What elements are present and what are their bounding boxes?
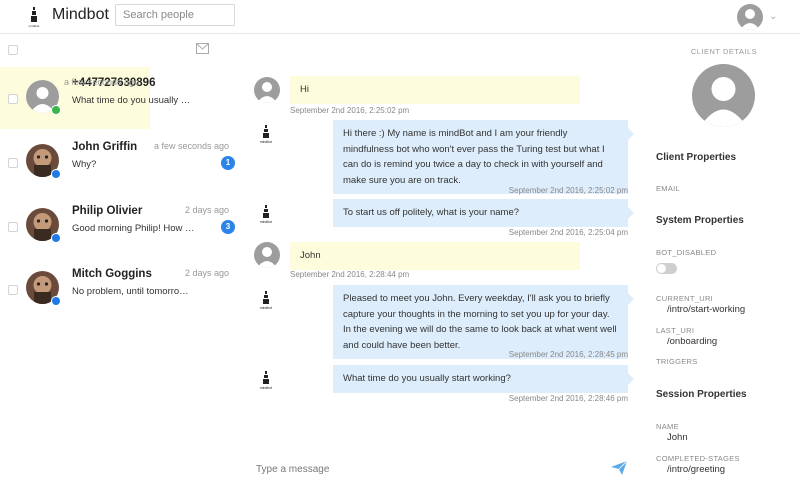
bot-message: Hi there :) My name is mindBot and I am … xyxy=(333,120,628,195)
message-timestamp: September 2nd 2016, 2:25:04 pm xyxy=(508,228,628,237)
brand-name: Mindbot xyxy=(52,6,109,23)
system-properties-heading: System Properties xyxy=(656,215,744,226)
bubble-tail xyxy=(628,373,634,385)
top-header: mindbot Mindbot ⌄ xyxy=(0,0,800,34)
mindbot-logo: mindbot xyxy=(256,370,276,390)
last-activity-time: a few seconds ago xyxy=(63,77,139,87)
client-details-panel: CLIENT DETAILS Client Properties EMAIL S… xyxy=(640,34,800,486)
last-activity-time: a few seconds ago xyxy=(153,141,229,151)
svg-text:mindbot: mindbot xyxy=(260,140,272,144)
mindbot-logo: mindbot xyxy=(256,204,276,224)
bubble-tail xyxy=(628,293,634,305)
mindbot-logo: mindbot xyxy=(256,290,276,310)
message-timestamp: September 2nd 2016, 2:28:44 pm xyxy=(290,270,410,279)
list-item[interactable]: John Griffin a few seconds ago Why? 1 xyxy=(0,131,240,193)
triggers-label: TRIGGERS xyxy=(656,357,698,366)
bot-disabled-toggle[interactable] xyxy=(656,263,677,274)
user-message: Hi xyxy=(290,76,580,104)
client-avatar xyxy=(692,64,755,127)
contact-name: Mitch Goggins xyxy=(72,268,152,280)
last-activity-time: 2 days ago xyxy=(184,268,229,278)
message-timestamp: September 2nd 2016, 2:28:46 pm xyxy=(508,394,628,403)
message-timestamp: September 2nd 2016, 2:28:45 pm xyxy=(508,350,628,359)
completed-stages-label: COMPLETED-STAGES xyxy=(656,454,740,463)
chevron-down-icon[interactable]: ⌄ xyxy=(769,11,777,22)
email-label: EMAIL xyxy=(656,184,681,193)
last-uri-label: LAST_URI xyxy=(656,326,695,335)
message-preview: What time do you usually … xyxy=(72,95,191,106)
bot-message: What time do you usually start working? xyxy=(333,365,628,393)
message-timestamp: September 2nd 2016, 2:25:02 pm xyxy=(290,106,410,115)
bubble-tail xyxy=(628,207,634,219)
toggle-knob xyxy=(657,264,666,273)
bot-message: Pleased to meet you John. Every weekday,… xyxy=(333,285,628,360)
bubble-tail xyxy=(628,128,634,140)
completed-stages-value: /intro/greeting xyxy=(667,464,726,475)
messenger-channel-icon xyxy=(51,233,61,243)
name-label: NAME xyxy=(656,422,679,431)
user-menu[interactable]: ⌄ xyxy=(737,4,781,30)
message-composer xyxy=(240,454,640,484)
mindbot-logo[interactable]: mindbot xyxy=(27,6,41,28)
client-properties-heading: Client Properties xyxy=(656,152,737,163)
list-item[interactable]: +447727630896 a few seconds ago What time … xyxy=(0,67,190,129)
current-uri-value: /intro/start-working xyxy=(667,304,746,315)
row-checkbox[interactable] xyxy=(8,158,18,168)
unread-badge: 3 xyxy=(221,220,235,234)
svg-text:mindbot: mindbot xyxy=(29,24,40,28)
message-preview: Good morning Philip! How … xyxy=(72,223,195,234)
sms-channel-icon xyxy=(51,105,61,115)
details-title: CLIENT DETAILS xyxy=(690,47,758,56)
avatar xyxy=(254,77,280,103)
mail-icon[interactable] xyxy=(196,43,209,54)
svg-text:mindbot: mindbot xyxy=(260,306,272,310)
select-all-checkbox[interactable] xyxy=(8,45,18,55)
row-checkbox[interactable] xyxy=(8,222,18,232)
messenger-channel-icon xyxy=(51,169,61,179)
list-item[interactable]: Philip Olivier 2 days ago Good morning Phi… xyxy=(0,195,240,257)
contact-name: Philip Olivier xyxy=(72,205,143,217)
avatar xyxy=(254,242,280,268)
mindbot-logo: mindbot xyxy=(256,124,276,144)
messenger-channel-icon xyxy=(51,296,61,306)
contact-name: John Griffin xyxy=(72,141,138,153)
svg-text:mindbot: mindbot xyxy=(260,220,272,224)
list-item[interactable]: Mitch Goggins 2 days ago No problem, until… xyxy=(0,258,240,320)
message-preview: Why? xyxy=(72,159,97,170)
name-value: John xyxy=(667,432,688,443)
message-input[interactable] xyxy=(256,458,596,480)
message-preview: No problem, until tomorro… xyxy=(72,286,189,297)
search-input[interactable] xyxy=(115,4,235,26)
bot-message: To start us off politely, what is your n… xyxy=(333,199,628,227)
user-message: John xyxy=(290,242,580,270)
chat-thread: Hi September 2nd 2016, 2:25:02 pm mindbot H… xyxy=(240,34,640,486)
bot-disabled-label: BOT_DISABLED xyxy=(656,248,717,257)
list-toolbar xyxy=(0,40,240,60)
last-activity-time: 2 days ago xyxy=(184,205,229,215)
avatar xyxy=(737,4,763,30)
row-checkbox[interactable] xyxy=(8,285,18,295)
message-timestamp: September 2nd 2016, 2:25:02 pm xyxy=(508,186,628,195)
current-uri-label: CURRENT_URI xyxy=(656,294,714,303)
last-uri-value: /onboarding xyxy=(667,336,718,347)
svg-text:mindbot: mindbot xyxy=(260,386,272,390)
session-properties-heading: Session Properties xyxy=(656,389,747,400)
send-icon[interactable] xyxy=(611,461,627,475)
row-checkbox[interactable] xyxy=(8,94,18,104)
unread-badge: 1 xyxy=(221,156,235,170)
app-root: mindbot Mindbot ⌄ +447727630896a few sec… xyxy=(0,0,800,486)
